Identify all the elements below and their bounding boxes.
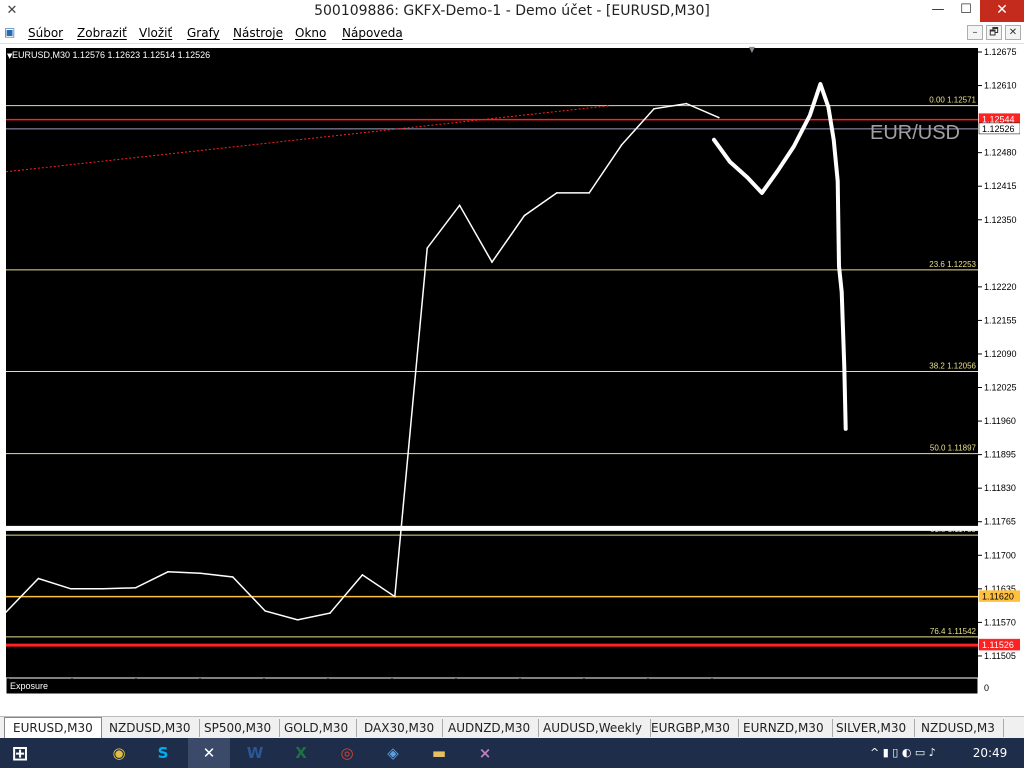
tab-nzdusd-m3[interactable]: NZDUSD,M3 <box>913 719 1004 737</box>
y-tick-label: 1.11765 <box>984 517 1016 527</box>
price-point <box>102 588 104 590</box>
price-label: 1.12526 <box>982 124 1015 134</box>
price-point <box>199 572 202 575</box>
fib-level-label: 38.2 1.12056 <box>929 362 976 371</box>
tab-audusd-weekly[interactable]: AUDUSD,Weekly <box>535 719 651 737</box>
price-point <box>70 588 72 590</box>
y-tick-label: 1.11570 <box>984 617 1016 627</box>
price-point <box>394 595 396 598</box>
y-tick-label: 1.12675 <box>984 47 1017 57</box>
tab-audnzd-m30[interactable]: AUDNZD,M30 <box>440 719 540 737</box>
menu-subor[interactable]: Súbor <box>28 26 63 40</box>
price-point <box>653 108 655 110</box>
tab-eurusd-m30[interactable]: EURUSD,M30 <box>4 717 102 738</box>
menu-grafy[interactable]: Grafy <box>187 26 220 40</box>
price-point <box>264 610 267 612</box>
folder-icon[interactable]: ▬ <box>418 738 460 768</box>
app-x-icon[interactable]: ⨯ <box>464 738 506 768</box>
tab-eurnzd-m30[interactable]: EURNZD,M30 <box>735 719 833 737</box>
menu-bar: ▣ Súbor Zobraziť Vložiť Grafy Nástroje O… <box>0 22 1024 44</box>
chrome-icon[interactable]: ◎ <box>326 738 368 768</box>
y-tick-label: 1.11505 <box>984 651 1016 661</box>
document-icon[interactable]: ▣ <box>4 25 20 41</box>
fib-level-label: 76.4 1.11542 <box>930 627 977 636</box>
fib-level-label: 23.6 1.12253 <box>929 260 976 269</box>
maximize-button[interactable]: ☐ <box>952 0 980 22</box>
fib-level-label: 50.0 1.11897 <box>930 444 977 453</box>
y-tick-label: 1.12025 <box>984 383 1017 393</box>
excel-icon[interactable]: X <box>280 738 322 768</box>
price-point <box>134 587 137 589</box>
xstation-icon[interactable]: ✕ <box>188 738 230 768</box>
taskbar-clock[interactable]: 20:49 <box>970 738 1010 768</box>
taskbar: ⊞ ◉ S ✕ W X ◎ ◈ ▬ ⨯ ^ ▮ ▯ ◐ ▭ ♪ 20:49 <box>0 738 1024 768</box>
mdi-minimize-button[interactable]: – <box>967 25 983 40</box>
fib-level-label: 0.00 1.12571 <box>929 96 976 105</box>
price-point <box>523 214 526 217</box>
y-tick-label: 1.11895 <box>984 450 1016 460</box>
price-point <box>588 192 590 194</box>
symbol-watermark: EUR/USD <box>870 122 960 144</box>
y-tick-label: 1.12610 <box>984 81 1017 91</box>
mdi-restore-button[interactable]: 🗗 <box>986 25 1002 40</box>
exposure-subwindow[interactable] <box>5 677 979 695</box>
y-tick-label: 1.12155 <box>984 315 1017 325</box>
price-point <box>718 116 720 119</box>
subwindow-scale-label: 0 <box>984 683 989 693</box>
tab-sp500-m30[interactable]: SP500,M30 <box>196 719 281 737</box>
tab-nzdusd-m30[interactable]: NZDUSD,M30 <box>101 719 200 737</box>
price-point <box>556 192 558 194</box>
price-point <box>37 577 40 580</box>
y-tick-label: 1.12415 <box>984 181 1017 191</box>
price-point <box>329 612 331 614</box>
subwindow-label: Exposure <box>10 681 48 691</box>
price-point <box>491 261 493 263</box>
y-tick-label: 1.12480 <box>984 148 1017 158</box>
price-point <box>167 571 169 573</box>
price-label: 1.11526 <box>982 640 1014 650</box>
y-tick-label: 1.12090 <box>984 349 1017 359</box>
menu-vlozit[interactable]: Vložiť <box>139 26 172 40</box>
y-tick-label: 1.12220 <box>984 282 1017 292</box>
chart-tabs: EURUSD,M30 NZDUSD,M30 SP500,M30 GOLD,M30… <box>0 716 1024 738</box>
price-point <box>620 144 623 146</box>
y-tick-label: 1.11830 <box>984 483 1016 493</box>
price-label: 1.11620 <box>982 592 1014 602</box>
trader-icon[interactable]: ◈ <box>372 738 414 768</box>
price-point <box>232 576 234 578</box>
skype-icon[interactable]: S <box>142 738 184 768</box>
metatrader-icon[interactable]: ◉ <box>98 738 140 768</box>
menu-nastroje[interactable]: Nástroje <box>233 26 283 40</box>
windows-start-icon[interactable]: ⊞ <box>0 738 40 768</box>
scroll-marker-icon[interactable]: ▼ <box>749 46 756 54</box>
mdi-close-button[interactable]: ✕ <box>1005 25 1021 40</box>
price-point <box>5 611 7 613</box>
title-bar: ✕ 500109886: GKFX-Demo-1 - Demo účet - [… <box>0 0 1024 22</box>
y-tick-label: 1.11700 <box>984 550 1016 560</box>
tab-eurgbp-m30[interactable]: EURGBP,M30 <box>643 719 739 737</box>
tab-gold-m30[interactable]: GOLD,M30 <box>276 719 358 737</box>
tab-dax30-m30[interactable]: DAX30,M30 <box>356 719 444 737</box>
close-button[interactable]: ✕ <box>980 0 1024 22</box>
menu-napoveda[interactable]: Nápoveda <box>342 26 403 40</box>
tab-silver-m30[interactable]: SILVER,M30 <box>828 719 916 737</box>
price-point <box>426 247 429 249</box>
word-icon[interactable]: W <box>234 738 276 768</box>
price-point <box>361 574 364 576</box>
y-tick-label: 1.12350 <box>984 215 1017 225</box>
chart-menu-icon[interactable]: ▼ <box>7 52 13 60</box>
y-tick-label: 1.11960 <box>984 416 1016 426</box>
chart-header: EURUSD,M30 1.12576 1.12623 1.12514 1.125… <box>12 50 210 60</box>
price-point <box>296 619 299 621</box>
menu-okno[interactable]: Okno <box>295 26 326 40</box>
window-title: 500109886: GKFX-Demo-1 - Demo účet - [EU… <box>314 3 710 19</box>
price-point <box>685 102 688 105</box>
minimize-button[interactable]: — <box>924 0 952 22</box>
chart-svg[interactable]: 0.00 1.12571 23.6 1.12253 38.2 1.12056 50.0… <box>4 46 1020 696</box>
chart-window[interactable]: 0.00 1.12571 23.6 1.12253 38.2 1.12056 50.0… <box>4 46 1020 696</box>
system-tray[interactable]: ^ ▮ ▯ ◐ ▭ ♪ <box>870 738 965 768</box>
menu-zobrazit[interactable]: Zobraziť <box>77 26 127 40</box>
price-point <box>458 204 461 207</box>
